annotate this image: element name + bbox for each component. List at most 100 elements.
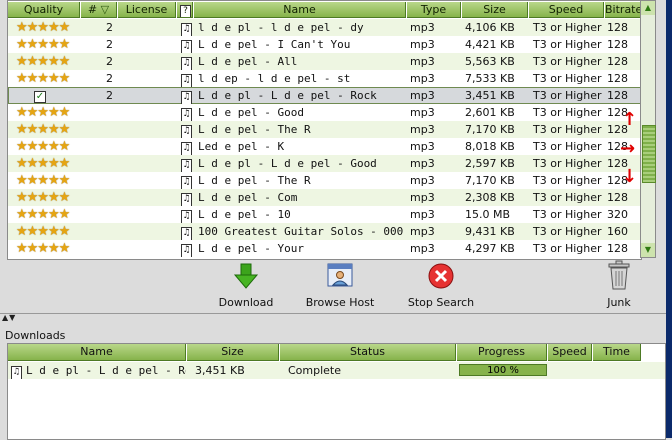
col-header-filetype-icon[interactable]: ? bbox=[177, 2, 193, 18]
dl-col-header-size[interactable]: Size bbox=[187, 344, 279, 361]
col-header-size[interactable]: Size bbox=[462, 2, 528, 18]
checkmark-icon[interactable]: ✓ bbox=[34, 91, 46, 103]
col-header-quality[interactable]: Quality bbox=[8, 2, 80, 18]
size-cell: 4,421 KB bbox=[465, 38, 515, 51]
name-cell: l d e pl - l d e pel - dy bbox=[198, 21, 364, 34]
size-cell: 2,601 KB bbox=[465, 106, 515, 119]
table-row-selected[interactable]: ✓ 2 ♫ L d e pl - L d e pel - Rock mp3 3,451 K… bbox=[8, 87, 641, 104]
col-header-speed[interactable]: Speed bbox=[529, 2, 604, 18]
download-row[interactable]: ♫ L d e pl - L d e pel - Rock 3,451 KB Comp… bbox=[8, 362, 665, 379]
dl-col-header-speed[interactable]: Speed bbox=[548, 344, 592, 361]
dl-speed-cell bbox=[548, 362, 592, 379]
license-cell bbox=[118, 70, 176, 87]
music-file-icon: ♫ bbox=[181, 193, 192, 206]
splitter-collapse-icon[interactable]: ▲▼ bbox=[2, 313, 16, 322]
license-cell bbox=[118, 104, 176, 121]
scroll-down-arrow-icon[interactable]: ▼ bbox=[641, 243, 655, 257]
size-cell: 9,431 KB bbox=[465, 225, 515, 238]
col-header-bitrate[interactable]: Bitrate bbox=[605, 2, 641, 18]
dl-col-header-status[interactable]: Status bbox=[280, 344, 456, 361]
red-arrow-down-icon: ↓ bbox=[622, 166, 638, 187]
music-file-icon: ♫ bbox=[181, 176, 192, 189]
license-cell bbox=[118, 206, 176, 223]
table-row[interactable]: ★★★★★ 2 ♫ l d ep - l d e pel - st mp3 7,533 K… bbox=[8, 70, 641, 87]
type-cell: mp3 bbox=[410, 72, 435, 85]
quality-stars-icon: ★★★★★ bbox=[16, 224, 70, 239]
table-row[interactable]: ★★★★★ ♫ 100 Greatest Guitar Solos - 000 - … bbox=[8, 223, 641, 240]
filetype-cell: ♫ bbox=[177, 155, 193, 172]
browse-host-window-icon bbox=[326, 262, 354, 290]
table-row[interactable]: ★★★★★ ♫ L d e pel - The R mp3 7,170 KB T3 or … bbox=[8, 172, 641, 189]
table-row[interactable]: ★★★★★ ♫ L d e pl - L d e pel - Good mp3 2,59… bbox=[8, 155, 641, 172]
count-cell bbox=[81, 138, 117, 155]
table-row[interactable]: ★★★★★ ♫ Led e pel - K mp3 8,018 KB T3 or High… bbox=[8, 138, 641, 155]
speed-cell: T3 or Higher bbox=[533, 72, 602, 85]
table-row[interactable]: ★★★★★ ♫ L d e pel - 10 mp3 15.0 MB T3 or High… bbox=[8, 206, 641, 223]
col-header-count[interactable]: # ▽ bbox=[81, 2, 117, 18]
filetype-cell: ♫ bbox=[177, 121, 193, 138]
size-cell: 8,018 KB bbox=[465, 140, 515, 153]
count-cell bbox=[81, 240, 117, 257]
speed-cell: T3 or Higher bbox=[533, 123, 602, 136]
license-cell bbox=[118, 189, 176, 206]
table-row[interactable]: ★★★★★ ♫ L d e pel - Com mp3 2,308 KB T3 or Hi… bbox=[8, 189, 641, 206]
dl-time-cell bbox=[593, 362, 641, 379]
table-row[interactable]: ★★★★★ ♫ L d e pel - Your mp3 4,297 KB T3 or H… bbox=[8, 240, 641, 257]
bitrate-cell: 128 bbox=[607, 55, 628, 68]
license-cell bbox=[118, 138, 176, 155]
panel-splitter[interactable]: ▲▼ bbox=[0, 313, 672, 322]
col-header-type[interactable]: Type bbox=[407, 2, 461, 18]
dl-col-header-name[interactable]: Name bbox=[8, 344, 186, 361]
count-cell bbox=[81, 121, 117, 138]
downloads-table: Name Size Status Progress Speed Time ♫ L … bbox=[7, 343, 666, 440]
bitrate-cell: 128 bbox=[607, 191, 628, 204]
name-cell: L d e pel - Com bbox=[198, 191, 298, 204]
type-cell: mp3 bbox=[410, 38, 435, 51]
name-cell: L d e pel - Good bbox=[198, 106, 304, 119]
name-cell: L d e pel - The R bbox=[198, 123, 311, 136]
downloads-panel-title: Downloads bbox=[5, 329, 66, 342]
col-header-name[interactable]: Name bbox=[194, 2, 406, 18]
speed-cell: T3 or Higher bbox=[533, 106, 602, 119]
table-row[interactable]: ★★★★★ ♫ L d e pel - The R mp3 7,170 KB T3 or … bbox=[8, 121, 641, 138]
dl-size-cell: 3,451 KB bbox=[195, 364, 245, 377]
filetype-cell: ♫ bbox=[177, 223, 193, 240]
quality-cell: ★★★★★ bbox=[8, 36, 80, 53]
table-row[interactable]: ★★★★★ ♫ L d e pel - Good mp3 2,601 KB T3 or H… bbox=[8, 104, 641, 121]
type-cell: mp3 bbox=[410, 242, 435, 255]
speed-cell: T3 or Higher bbox=[533, 55, 602, 68]
dl-col-header-time[interactable]: Time bbox=[593, 344, 641, 361]
col-header-license[interactable]: License bbox=[118, 2, 176, 18]
name-cell: L d e pl - L d e pel - Good bbox=[198, 157, 377, 170]
filetype-cell: ♫ bbox=[177, 206, 193, 223]
stop-search-button[interactable]: Stop Search bbox=[405, 262, 477, 309]
quality-cell: ★★★★★ bbox=[8, 19, 80, 36]
music-file-icon: ♫ bbox=[181, 23, 192, 36]
table-row[interactable]: ★★★★★ 2 ♫ l d e pl - l d e pel - dy mp3 4,106… bbox=[8, 19, 641, 36]
name-cell: L d e pel - 10 bbox=[198, 208, 291, 221]
music-file-icon: ♫ bbox=[181, 91, 192, 104]
dl-col-header-progress[interactable]: Progress bbox=[457, 344, 547, 361]
download-button-label: Download bbox=[218, 296, 274, 309]
music-file-icon: ♫ bbox=[181, 244, 192, 257]
name-cell: l d ep - l d e pel - st bbox=[198, 72, 351, 85]
browse-host-button[interactable]: Browse Host bbox=[302, 262, 378, 309]
scroll-up-arrow-icon[interactable]: ▲ bbox=[641, 1, 655, 15]
size-cell: 7,533 KB bbox=[465, 72, 515, 85]
stop-search-button-label: Stop Search bbox=[407, 296, 475, 309]
bitrate-cell: 128 bbox=[607, 72, 628, 85]
type-cell: mp3 bbox=[410, 174, 435, 187]
table-row[interactable]: ★★★★★ 2 ♫ L d e pel - I Can't You mp3 4,421 K… bbox=[8, 36, 641, 53]
name-cell: L d e pl - L d e pel - Rock bbox=[198, 89, 377, 102]
speed-cell: T3 or Higher bbox=[533, 89, 602, 102]
results-scrollbar[interactable]: ▲ ▼ bbox=[640, 0, 656, 258]
music-file-icon: ♫ bbox=[11, 366, 22, 379]
download-button[interactable]: Download bbox=[216, 262, 276, 309]
speed-cell: T3 or Higher bbox=[533, 191, 602, 204]
table-row[interactable]: ★★★★★ 2 ♫ L d e pel - All mp3 5,563 KB T3 or H… bbox=[8, 53, 641, 70]
name-cell: 100 Greatest Guitar Solos - 000 - S bbox=[198, 225, 406, 238]
filetype-cell: ♫ bbox=[177, 104, 193, 121]
scrollbar-thumb[interactable] bbox=[642, 125, 656, 183]
quality-cell: ★★★★★ bbox=[8, 104, 80, 121]
junk-button[interactable]: Junk bbox=[600, 260, 638, 309]
